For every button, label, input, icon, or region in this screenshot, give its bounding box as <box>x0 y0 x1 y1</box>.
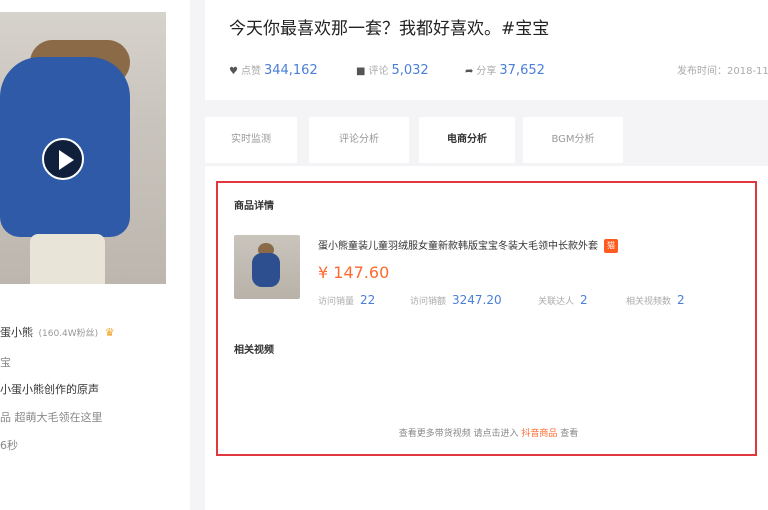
video-title: 今天你最喜欢那一套？我都好喜欢。#宝宝 <box>229 19 550 39</box>
tab-bgm[interactable]: BGM分析 <box>523 117 623 163</box>
comments-label: 评论 <box>368 66 389 77</box>
product-thumbnail[interactable] <box>234 235 300 299</box>
related-section-title: 相关视频 <box>234 345 274 356</box>
likes-value: 344,162 <box>263 63 318 78</box>
metric-value: 2 <box>580 293 588 307</box>
author-meta-3: 品 超萌大毛领在这里 <box>0 411 103 424</box>
page: 蛋小熊 (160.4W粉丝) ♛ 宝 小蛋小熊创作的原声 品 超萌大毛领在这里 … <box>0 0 768 510</box>
tmall-icon: 猫 <box>604 239 618 253</box>
comments-value: 5,032 <box>391 63 429 78</box>
product-name-line[interactable]: 蛋小熊童装儿童羽绒服女童新款韩版宝宝冬装大毛领中长款外套猫 <box>318 237 618 253</box>
douyin-goods-link[interactable]: 抖音商品 <box>521 429 557 439</box>
metric-value: 22 <box>360 293 376 307</box>
tab-comments[interactable]: 评论分析 <box>309 117 409 163</box>
note-prefix: 查看更多带货视频 请点击进入 <box>398 429 522 439</box>
metric-value: 3247.20 <box>452 293 502 307</box>
related-note: 查看更多带货视频 请点击进入 抖音商品 查看 <box>218 426 759 439</box>
share-icon: ➦ <box>465 66 474 77</box>
product-section-title: 商品详情 <box>234 201 274 212</box>
tab-ecommerce[interactable]: 电商分析 <box>419 117 515 163</box>
author-name[interactable]: 蛋小熊 <box>0 326 33 339</box>
comment-icon: ■ <box>356 66 366 77</box>
metric-videos: 相关视频数 2 <box>626 293 685 307</box>
duration: 6秒 <box>0 439 18 452</box>
metric-label: 关联达人 <box>538 297 575 307</box>
comments-stat: ■ 评论 5,032 <box>356 62 429 78</box>
author-meta-1: 宝 <box>0 356 11 369</box>
metric-value: 2 <box>677 293 685 307</box>
product-name[interactable]: 蛋小熊童装儿童羽绒服女童新款韩版宝宝冬装大毛领中长款外套 <box>318 241 598 252</box>
music-link[interactable]: 小蛋小熊创作的原声 <box>0 381 99 397</box>
metric-label: 相关视频数 <box>626 297 672 307</box>
right-panel: 今天你最喜欢那一套？我都好喜欢。#宝宝 ♥ 点赞 344,162 ■ 评论 5,032 … <box>205 0 768 510</box>
likes-label: 点赞 <box>240 66 261 77</box>
publish-time: 发布时间：2018-11 <box>677 66 768 77</box>
metric-label: 访问销额 <box>410 297 447 307</box>
left-panel: 蛋小熊 (160.4W粉丝) ♛ 宝 小蛋小熊创作的原声 品 超萌大毛领在这里 … <box>0 0 190 510</box>
cover-legs <box>30 234 105 284</box>
metric-label: 访问销量 <box>318 297 355 307</box>
likes-stat: ♥ 点赞 344,162 <box>229 62 318 78</box>
product-price: ¥ 147.60 <box>318 263 390 282</box>
heart-icon: ♥ <box>229 66 238 77</box>
tab-realtime[interactable]: 实时监测 <box>205 117 297 163</box>
shares-value: 37,652 <box>499 63 545 78</box>
product-box: 商品详情 蛋小熊童装儿童羽绒服女童新款韩版宝宝冬装大毛领中长款外套猫 ¥ 147… <box>216 181 757 456</box>
shares-label: 分享 <box>476 66 497 77</box>
play-icon[interactable] <box>42 138 84 180</box>
note-suffix: 查看 <box>557 429 579 439</box>
metric-revenue: 访问销额 3247.20 <box>410 293 502 307</box>
metric-influencers: 关联达人 2 <box>538 293 588 307</box>
shares-stat: ➦ 分享 37,652 <box>465 62 545 78</box>
thumb-body <box>252 253 280 287</box>
video-cover[interactable] <box>0 12 166 284</box>
author-fans: (160.4W粉丝) <box>38 329 99 339</box>
author-name-line[interactable]: 蛋小熊 (160.4W粉丝) ♛ <box>0 324 115 340</box>
crown-icon: ♛ <box>104 326 115 339</box>
metric-sales: 访问销量 22 <box>318 293 375 307</box>
